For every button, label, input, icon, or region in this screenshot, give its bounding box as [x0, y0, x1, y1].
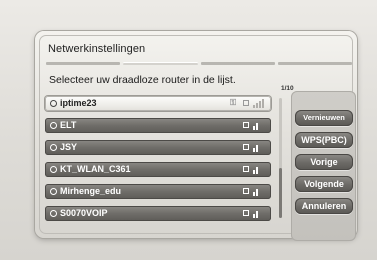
screen-background: Netwerkinstellingen Selecteer uw draadlo…: [0, 0, 377, 260]
wifi-signal-icon: [253, 165, 264, 174]
security-icon: [243, 188, 249, 194]
action-button-panel: Vernieuwen WPS(PBC) Vorige Volgende Annu…: [291, 91, 356, 241]
previous-button[interactable]: Vorige: [295, 154, 353, 170]
progress-step: [277, 62, 352, 65]
radio-icon: [50, 166, 57, 173]
network-ssid: KT_WLAN_C361: [60, 164, 131, 174]
network-row[interactable]: JSY: [45, 140, 271, 155]
network-row[interactable]: ELT: [45, 118, 271, 133]
network-row[interactable]: KT_WLAN_C361: [45, 162, 271, 177]
radio-icon: [50, 144, 57, 151]
radio-icon: [50, 188, 57, 195]
network-settings-dialog: Netwerkinstellingen Selecteer uw draadlo…: [35, 31, 357, 241]
scrollbar-thumb[interactable]: [279, 168, 282, 218]
step-progress-bar: [46, 62, 352, 65]
radio-icon: [50, 122, 57, 129]
dialog-title: Netwerkinstellingen: [48, 43, 146, 55]
progress-step: [46, 62, 121, 65]
progress-step: [123, 62, 198, 65]
next-button[interactable]: Volgende: [295, 176, 353, 192]
wifi-signal-icon: [253, 121, 264, 130]
network-ssid: Mirhenge_edu: [60, 186, 122, 196]
wifi-signal-icon: [253, 187, 264, 196]
network-ssid: S0070VOIP: [60, 208, 108, 218]
wifi-lock-icon: ⚿: [230, 98, 237, 107]
network-ssid: ELT: [60, 120, 77, 130]
security-icon: [243, 166, 249, 172]
network-row[interactable]: Mirhenge_edu: [45, 184, 271, 199]
wifi-signal-icon: [253, 143, 264, 152]
network-ssid: JSY: [60, 142, 78, 152]
security-icon: [243, 144, 249, 150]
dialog-frame: Netwerkinstellingen Selecteer uw draadlo…: [39, 35, 356, 241]
wps-button[interactable]: WPS(PBC): [295, 132, 353, 148]
radio-icon: [50, 210, 57, 217]
instruction-text: Selecteer uw draadloze router in de lijs…: [49, 74, 236, 86]
progress-step: [200, 62, 275, 65]
security-icon: [243, 100, 249, 106]
network-row[interactable]: iptime23 ⚿: [45, 96, 271, 111]
list-scrollbar[interactable]: [279, 98, 282, 218]
network-row[interactable]: S0070VOIP: [45, 206, 271, 221]
wifi-signal-weak-icon: [253, 99, 264, 108]
security-icon: [243, 210, 249, 216]
cancel-button[interactable]: Annuleren: [295, 198, 353, 214]
page-count: 1/10: [281, 85, 294, 92]
radio-icon: [50, 100, 57, 107]
refresh-button[interactable]: Vernieuwen: [295, 110, 353, 126]
wifi-signal-icon: [253, 209, 264, 218]
security-icon: [243, 122, 249, 128]
network-ssid: iptime23: [60, 98, 97, 108]
